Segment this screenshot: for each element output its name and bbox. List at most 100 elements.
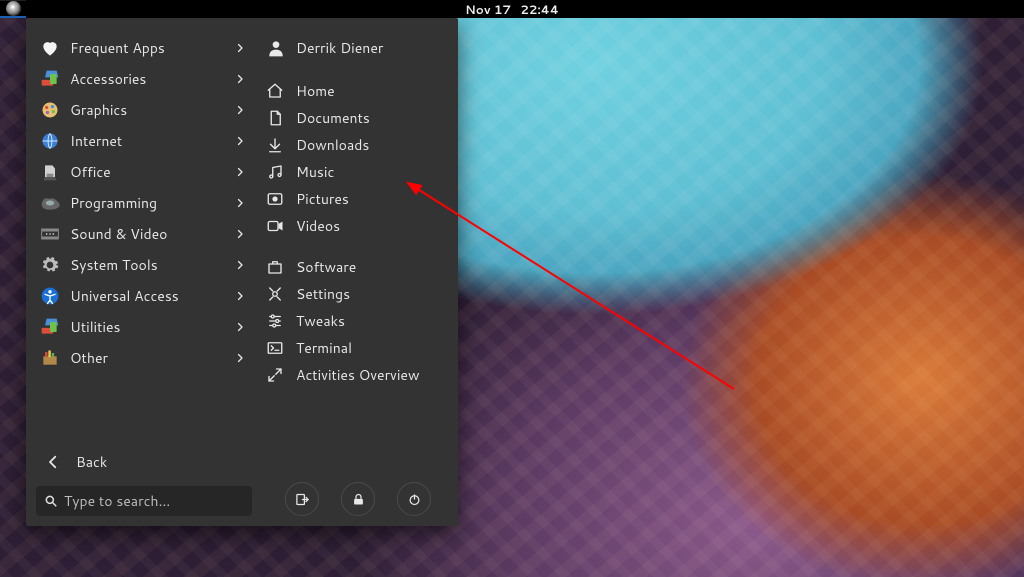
shortcut-label: Settings — [296, 284, 350, 304]
place-downloads[interactable]: Downloads — [262, 131, 448, 158]
category-universal[interactable]: Universal Access — [36, 280, 252, 311]
logout-button[interactable] — [285, 482, 319, 516]
search-field[interactable] — [36, 486, 252, 516]
clock-date: Nov 17 — [465, 1, 511, 18]
category-label: Office — [70, 162, 234, 182]
chevron-right-icon — [234, 73, 246, 85]
back-label: Back — [76, 452, 107, 472]
place-videos[interactable]: Videos — [262, 212, 448, 239]
user-icon — [266, 38, 286, 58]
category-list: Frequent Apps Accessories Graphics Internet… — [36, 32, 252, 373]
clock-label[interactable]: Nov 17 22:44 — [0, 1, 1024, 18]
clock-time: 22:44 — [520, 1, 559, 18]
distro-logo-icon — [6, 1, 21, 16]
lock-button[interactable] — [341, 482, 375, 516]
category-label: Universal Access — [70, 286, 234, 306]
back-arrow-icon — [44, 453, 62, 471]
shortcuts-list: Software Settings Tweaks Terminal Activities… — [262, 253, 448, 388]
category-label: Programming — [70, 193, 234, 213]
other-icon — [40, 348, 60, 368]
category-label: Frequent Apps — [70, 38, 234, 58]
menu-right-column: Derrik Diener Home Documents Downloads Musi… — [258, 18, 458, 526]
category-label: Graphics — [70, 100, 234, 120]
soundvideo-icon — [40, 224, 60, 244]
category-soundvideo[interactable]: Sound & Video — [36, 218, 252, 249]
place-label: Music — [296, 162, 334, 182]
chevron-right-icon — [234, 135, 246, 147]
category-office[interactable]: Office — [36, 156, 252, 187]
category-internet[interactable]: Internet — [36, 125, 252, 156]
systemtools-icon — [40, 255, 60, 275]
category-label: Internet — [70, 131, 234, 151]
back-button[interactable]: Back — [36, 446, 252, 478]
shortcut-label: Terminal — [296, 338, 352, 358]
universal-icon — [40, 286, 60, 306]
utilities-icon — [40, 317, 60, 337]
category-programming[interactable]: Programming — [36, 187, 252, 218]
application-menu: Frequent Apps Accessories Graphics Internet… — [26, 18, 458, 526]
place-label: Downloads — [296, 135, 369, 155]
places-list: Home Documents Downloads Music Pictures Video… — [262, 77, 448, 239]
heart-icon — [40, 38, 60, 58]
place-label: Documents — [296, 108, 370, 128]
shortcut-label: Tweaks — [296, 311, 345, 331]
chevron-right-icon — [234, 352, 246, 364]
category-utilities[interactable]: Utilities — [36, 311, 252, 342]
user-name-label: Derrik Diener — [296, 38, 383, 58]
shortcut-terminal[interactable]: Terminal — [262, 334, 448, 361]
chevron-right-icon — [234, 321, 246, 333]
top-bar: Nov 17 22:44 — [0, 0, 1024, 18]
power-button[interactable] — [397, 482, 431, 516]
chevron-right-icon — [234, 259, 246, 271]
accessories-icon — [40, 69, 60, 89]
category-label: Sound & Video — [70, 224, 234, 244]
chevron-right-icon — [234, 290, 246, 302]
category-accessories[interactable]: Accessories — [36, 63, 252, 94]
category-systemtools[interactable]: System Tools — [36, 249, 252, 280]
category-other[interactable]: Other — [36, 342, 252, 373]
chevron-right-icon — [234, 42, 246, 54]
settings-icon — [266, 285, 284, 303]
category-label: Utilities — [70, 317, 234, 337]
shortcut-label: Software — [296, 257, 356, 277]
chevron-right-icon — [234, 104, 246, 116]
software-icon — [266, 258, 284, 276]
activities-button[interactable] — [0, 0, 26, 18]
category-label: Other — [70, 348, 234, 368]
place-home[interactable]: Home — [262, 77, 448, 104]
shortcut-tweaks[interactable]: Tweaks — [262, 307, 448, 334]
terminal-icon — [266, 339, 284, 357]
chevron-right-icon — [234, 197, 246, 209]
search-icon — [44, 494, 58, 508]
documents-icon — [266, 109, 284, 127]
menu-left-column: Frequent Apps Accessories Graphics Internet… — [26, 18, 258, 526]
downloads-icon — [266, 136, 284, 154]
category-graphics[interactable]: Graphics — [36, 94, 252, 125]
search-input[interactable] — [64, 491, 244, 511]
shortcut-label: Activities Overview — [296, 365, 419, 385]
home-icon — [266, 82, 284, 100]
music-icon — [266, 163, 284, 181]
programming-icon — [40, 193, 60, 213]
office-icon — [40, 162, 60, 182]
category-label: System Tools — [70, 255, 234, 275]
videos-icon — [266, 217, 284, 235]
place-label: Pictures — [296, 189, 349, 209]
activities-icon — [266, 366, 284, 384]
shortcut-software[interactable]: Software — [262, 253, 448, 280]
internet-icon — [40, 131, 60, 151]
place-documents[interactable]: Documents — [262, 104, 448, 131]
shortcut-settings[interactable]: Settings — [262, 280, 448, 307]
chevron-right-icon — [234, 228, 246, 240]
tweaks-icon — [266, 312, 284, 330]
place-music[interactable]: Music — [262, 158, 448, 185]
place-pictures[interactable]: Pictures — [262, 185, 448, 212]
category-heart[interactable]: Frequent Apps — [36, 32, 252, 63]
shortcut-activities[interactable]: Activities Overview — [262, 361, 448, 388]
graphics-icon — [40, 100, 60, 120]
chevron-right-icon — [234, 166, 246, 178]
session-button-row — [258, 482, 458, 516]
user-row[interactable]: Derrik Diener — [262, 32, 448, 63]
pictures-icon — [266, 190, 284, 208]
place-label: Home — [296, 81, 335, 101]
